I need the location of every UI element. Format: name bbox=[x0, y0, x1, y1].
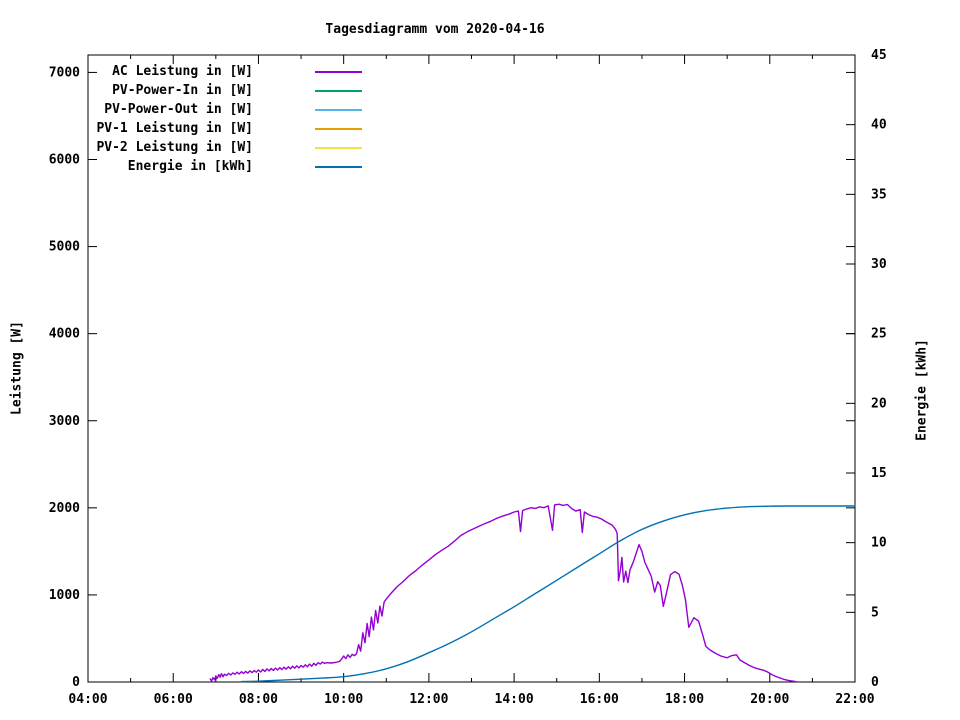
svg-text:35: 35 bbox=[871, 187, 887, 202]
svg-text:1000: 1000 bbox=[49, 588, 80, 603]
svg-text:15: 15 bbox=[871, 466, 887, 481]
svg-text:3000: 3000 bbox=[49, 414, 80, 429]
svg-text:0: 0 bbox=[72, 675, 80, 690]
series-energie-in-kwh- bbox=[240, 505, 856, 683]
svg-text:40: 40 bbox=[871, 118, 887, 133]
chart-plot-area: 04:00 06:00 08:00 10:00 12:00 14:00 16:00 18:00… bbox=[49, 48, 887, 707]
svg-text:25: 25 bbox=[871, 327, 887, 342]
svg-text:30: 30 bbox=[871, 257, 887, 272]
svg-text:4000: 4000 bbox=[49, 327, 80, 342]
svg-text:6000: 6000 bbox=[49, 153, 80, 168]
svg-text:5000: 5000 bbox=[49, 240, 80, 255]
svg-text:12:00: 12:00 bbox=[409, 692, 448, 707]
svg-text:06:00: 06:00 bbox=[154, 692, 193, 707]
svg-text:16:00: 16:00 bbox=[580, 692, 619, 707]
svg-text:5: 5 bbox=[871, 605, 879, 620]
svg-text:10:00: 10:00 bbox=[324, 692, 363, 707]
svg-text:08:00: 08:00 bbox=[239, 692, 278, 707]
svg-text:20:00: 20:00 bbox=[750, 692, 789, 707]
svg-text:14:00: 14:00 bbox=[495, 692, 534, 707]
svg-text:20: 20 bbox=[871, 396, 887, 411]
svg-text:45: 45 bbox=[871, 48, 887, 63]
svg-text:0: 0 bbox=[871, 675, 879, 690]
gnuplot-chart: Tagesdiagramm vom 2020-04-16 Leistung [W… bbox=[0, 0, 960, 720]
svg-text:04:00: 04:00 bbox=[68, 692, 107, 707]
svg-text:7000: 7000 bbox=[49, 65, 80, 80]
svg-text:10: 10 bbox=[871, 536, 887, 551]
svg-text:18:00: 18:00 bbox=[665, 692, 704, 707]
svg-text:2000: 2000 bbox=[49, 501, 80, 516]
series-ac-leistung-in-w- bbox=[209, 503, 797, 683]
svg-text:22:00: 22:00 bbox=[835, 692, 874, 707]
